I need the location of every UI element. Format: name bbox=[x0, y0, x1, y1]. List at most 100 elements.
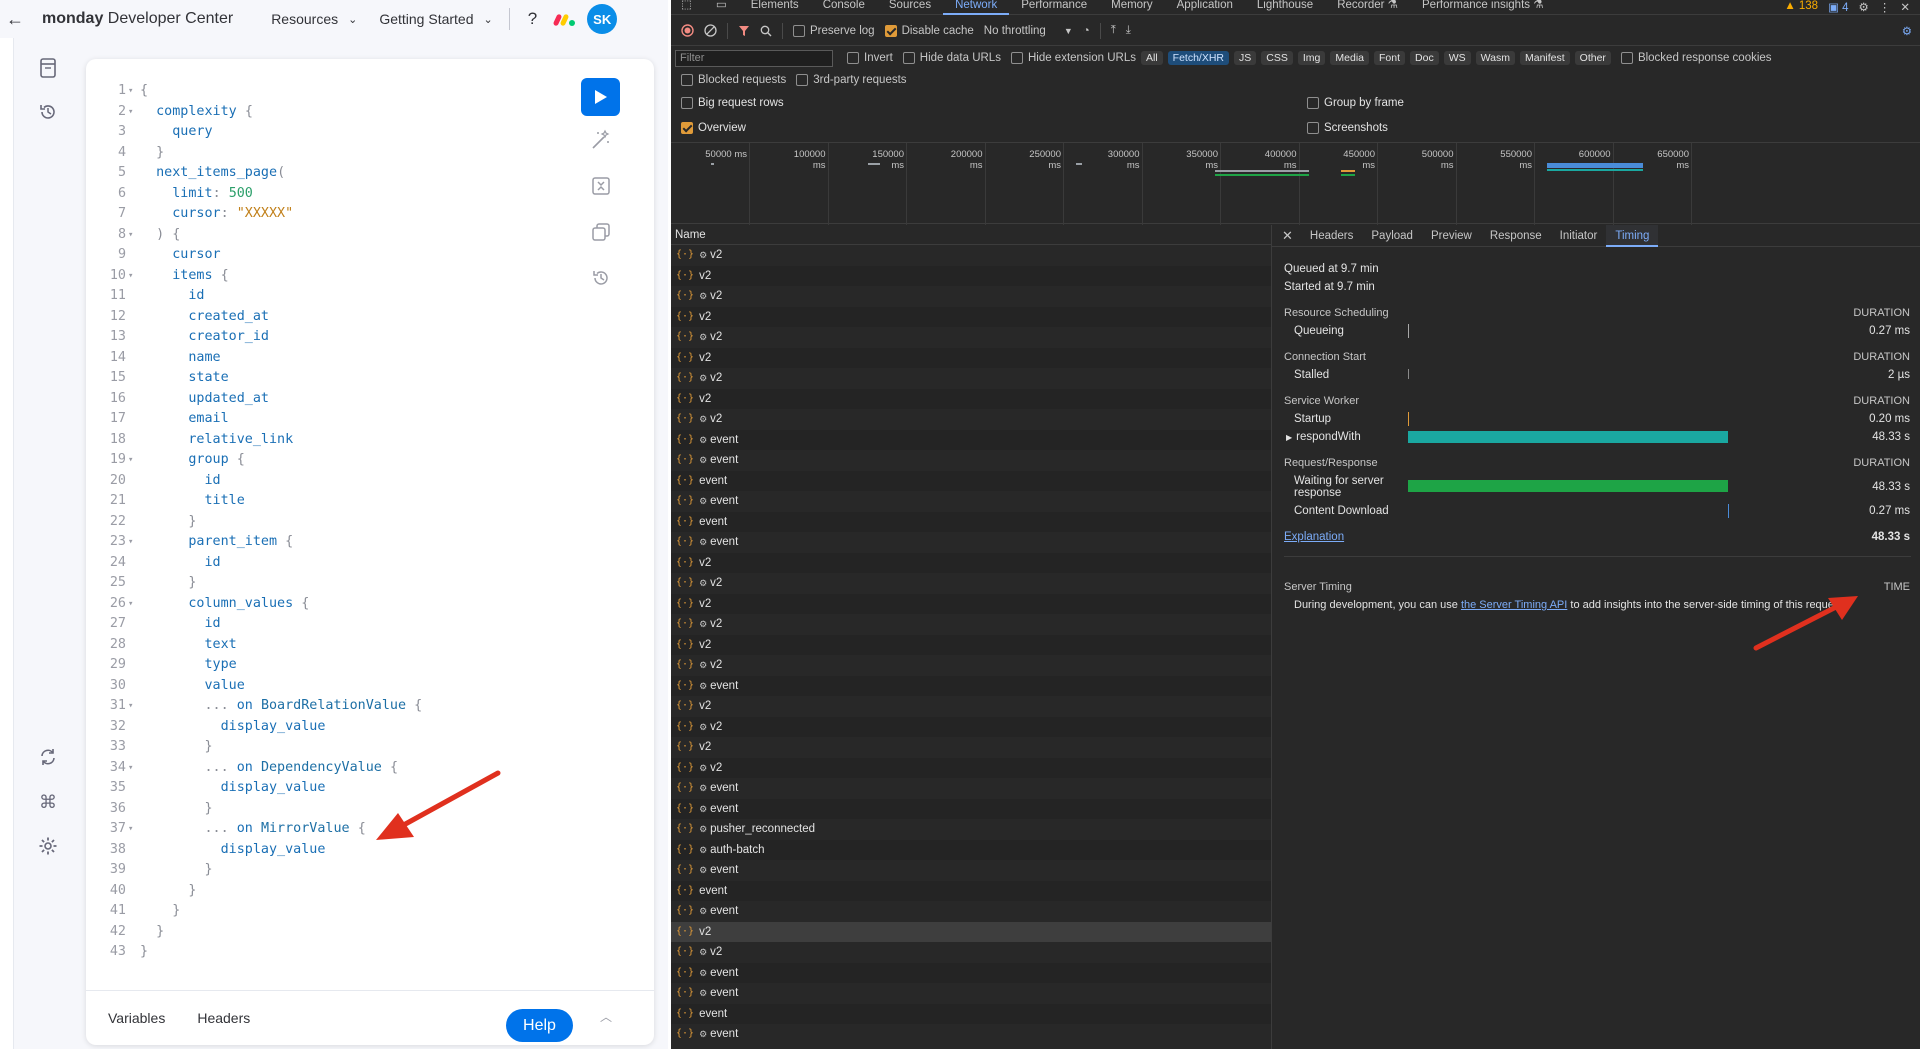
filter-chip-js[interactable]: JS bbox=[1234, 51, 1257, 65]
request-row[interactable]: {·} v2 bbox=[671, 552, 1271, 573]
tab-console[interactable]: Console bbox=[811, 0, 877, 15]
request-row[interactable]: {·} ⚙ v2 bbox=[671, 573, 1271, 594]
search-icon[interactable] bbox=[760, 25, 772, 37]
help-button[interactable]: Help bbox=[506, 1009, 573, 1042]
run-query-button[interactable] bbox=[581, 78, 620, 116]
request-row[interactable]: {·} event bbox=[671, 880, 1271, 901]
prettify-magic-icon[interactable] bbox=[586, 125, 616, 155]
filter-chip-wasm[interactable]: Wasm bbox=[1475, 51, 1515, 65]
code-line[interactable]: 13 creator_id bbox=[86, 327, 566, 348]
close-icon[interactable]: ✕ bbox=[1900, 0, 1910, 14]
tab-memory[interactable]: Memory bbox=[1099, 0, 1165, 15]
filter-chip-all[interactable]: All bbox=[1140, 51, 1163, 65]
request-row[interactable]: {·} ⚙ pusher_reconnected bbox=[671, 819, 1271, 840]
group-by-frame-checkbox[interactable]: Group by frame bbox=[1307, 97, 1404, 109]
fold-chevron-icon[interactable]: ▾ bbox=[128, 225, 140, 246]
gear-icon[interactable] bbox=[36, 834, 60, 858]
request-row[interactable]: {·} event bbox=[671, 470, 1271, 491]
fold-chevron-icon[interactable]: ▾ bbox=[128, 102, 140, 123]
fold-chevron-icon[interactable]: ▾ bbox=[128, 532, 140, 553]
code-line[interactable]: 36 } bbox=[86, 799, 566, 820]
blocked-response-cookies-checkbox[interactable]: Blocked response cookies bbox=[1620, 52, 1772, 64]
code-line[interactable]: 8 ▾ ) { bbox=[86, 225, 566, 246]
request-row[interactable]: {·} ⚙ event bbox=[671, 429, 1271, 450]
request-row[interactable]: {·} ⚙ event bbox=[671, 675, 1271, 696]
filter-input[interactable] bbox=[675, 49, 833, 67]
code-line[interactable]: 2 ▾ complexity { bbox=[86, 102, 566, 123]
code-line[interactable]: 10 ▾ items { bbox=[86, 266, 566, 287]
tab-performance-insights[interactable]: Performance insights ⚗ bbox=[1410, 0, 1556, 15]
tab-headers[interactable]: Headers bbox=[197, 1010, 250, 1026]
warnings-count[interactable]: ▲ 138 bbox=[1784, 0, 1818, 14]
export-har-icon[interactable]: ⤓ bbox=[1126, 24, 1131, 37]
code-line[interactable]: 39 } bbox=[86, 860, 566, 881]
nav-resources[interactable]: Resources ⌄ bbox=[271, 11, 357, 27]
fold-chevron-icon[interactable]: ▾ bbox=[128, 266, 140, 287]
overview-checkbox[interactable]: Overview bbox=[681, 122, 746, 134]
code-line[interactable]: 34 ▾ ... on DependencyValue { bbox=[86, 758, 566, 779]
tab-recorder[interactable]: Recorder ⚗ bbox=[1325, 0, 1410, 15]
request-row[interactable]: {·} ⚙ event bbox=[671, 491, 1271, 512]
messages-count[interactable]: ▣ 4 bbox=[1828, 0, 1848, 14]
disable-cache-checkbox[interactable]: Disable cache bbox=[884, 24, 974, 37]
request-row[interactable]: {·} v2 bbox=[671, 737, 1271, 758]
code-line[interactable]: 40 } bbox=[86, 881, 566, 902]
code-line[interactable]: 27 id bbox=[86, 614, 566, 635]
help-icon[interactable]: ? bbox=[528, 9, 537, 29]
request-row[interactable]: {·} ⚙ event bbox=[671, 901, 1271, 922]
invert-checkbox[interactable]: Invert bbox=[847, 52, 893, 64]
device-toggle-icon[interactable]: ▭ bbox=[704, 0, 739, 15]
tab-headers[interactable]: Headers bbox=[1301, 225, 1362, 247]
code-line[interactable]: 38 display_value bbox=[86, 840, 566, 861]
code-line[interactable]: 5 next_items_page( bbox=[86, 163, 566, 184]
avatar[interactable]: SK bbox=[587, 4, 618, 34]
code-line[interactable]: 3 query bbox=[86, 122, 566, 143]
network-overview-timeline[interactable]: 50000 ms 100000 ms 150000 ms 200000 ms 25000… bbox=[671, 142, 1920, 225]
filter-chip-css[interactable]: CSS bbox=[1261, 51, 1293, 65]
merge-fragments-icon[interactable] bbox=[586, 171, 616, 201]
fold-chevron-icon[interactable]: ▾ bbox=[128, 696, 140, 717]
request-row[interactable]: {·} v2 bbox=[671, 347, 1271, 368]
back-arrow-icon[interactable]: ← bbox=[2, 9, 28, 30]
network-settings-gear-icon[interactable]: ⚙ bbox=[1902, 24, 1912, 38]
tab-response[interactable]: Response bbox=[1481, 225, 1551, 247]
tab-preview[interactable]: Preview bbox=[1422, 225, 1481, 247]
code-line[interactable]: 22 } bbox=[86, 512, 566, 533]
request-row[interactable]: {·} v2 bbox=[671, 696, 1271, 717]
tab-sources[interactable]: Sources bbox=[877, 0, 943, 15]
request-row[interactable]: {·} ⚙ v2 bbox=[671, 655, 1271, 676]
throttling-select[interactable]: No throttling ▼ bbox=[984, 25, 1073, 37]
code-line[interactable]: 29 type bbox=[86, 655, 566, 676]
query-editor[interactable]: 1 ▾{2 ▾ complexity {3 query 4 } 5 next_items… bbox=[86, 81, 566, 963]
code-line[interactable]: 19 ▾ group { bbox=[86, 450, 566, 471]
request-row[interactable]: {·} ⚙ v2 bbox=[671, 368, 1271, 389]
hide-extension-urls-checkbox[interactable]: Hide extension URLs bbox=[1010, 52, 1136, 64]
code-line[interactable]: 4 } bbox=[86, 143, 566, 164]
code-line[interactable]: 26 ▾ column_values { bbox=[86, 594, 566, 615]
big-request-rows-checkbox[interactable]: Big request rows bbox=[681, 97, 784, 109]
request-row[interactable]: {·} ⚙ event bbox=[671, 532, 1271, 553]
request-row[interactable]: {·} ⚙ event bbox=[671, 962, 1271, 983]
fold-chevron-icon[interactable]: ▾ bbox=[128, 819, 140, 840]
close-icon[interactable]: ✕ bbox=[1282, 228, 1293, 244]
tab-timing[interactable]: Timing bbox=[1606, 224, 1659, 247]
code-line[interactable]: 18 relative_link bbox=[86, 430, 566, 451]
monday-logo-icon[interactable] bbox=[552, 12, 577, 27]
request-row[interactable]: {·} ⚙ event bbox=[671, 450, 1271, 471]
request-list-header[interactable]: Name bbox=[671, 225, 1271, 245]
command-key-icon[interactable]: ⌘ bbox=[36, 790, 60, 814]
request-row[interactable]: {·} v2 bbox=[671, 593, 1271, 614]
request-row[interactable]: {·} ⚙ event bbox=[671, 1024, 1271, 1045]
filter-chip-fetch-xhr[interactable]: Fetch/XHR bbox=[1167, 51, 1230, 65]
code-line[interactable]: 21 title bbox=[86, 491, 566, 512]
request-row[interactable]: {·} ⚙ v2 bbox=[671, 716, 1271, 737]
request-row[interactable]: {·} ⚙ event bbox=[671, 778, 1271, 799]
code-line[interactable]: 16 updated_at bbox=[86, 389, 566, 410]
code-line[interactable]: 17 email bbox=[86, 409, 566, 430]
request-row[interactable]: {·} ⚙ v2 bbox=[671, 757, 1271, 778]
filter-chip-manifest[interactable]: Manifest bbox=[1519, 51, 1570, 65]
tab-lighthouse[interactable]: Lighthouse bbox=[1245, 0, 1325, 15]
request-row[interactable]: {·} event bbox=[671, 1003, 1271, 1024]
filter-chip-font[interactable]: Font bbox=[1374, 51, 1406, 65]
filter-chip-other[interactable]: Other bbox=[1574, 51, 1611, 65]
